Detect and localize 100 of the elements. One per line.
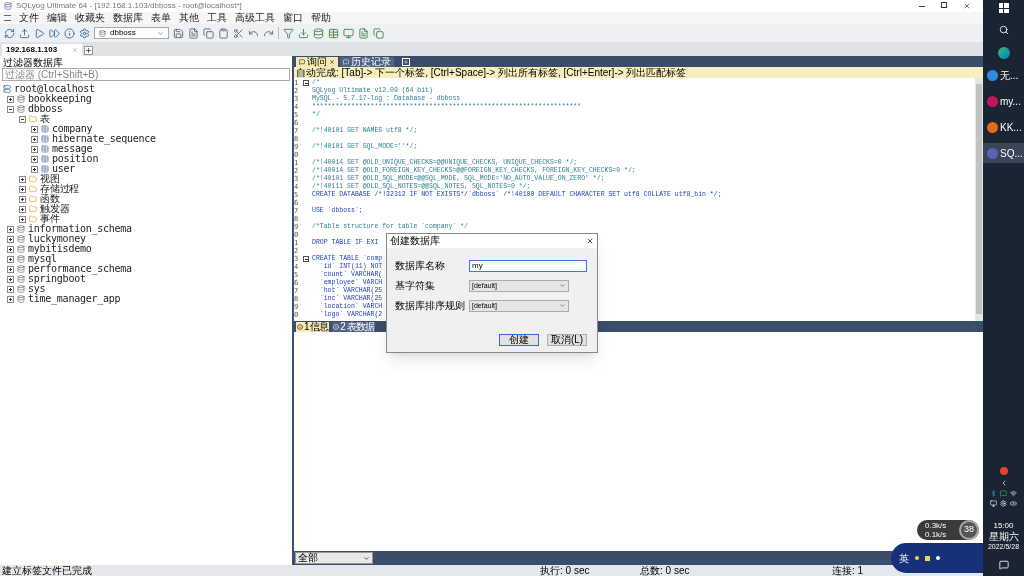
tree-item[interactable]: company	[52, 124, 93, 134]
toolbar-icon[interactable]	[19, 27, 30, 39]
tree-item[interactable]: root@localhost	[14, 84, 95, 94]
tree-item[interactable]: 函数	[40, 194, 60, 204]
editor-tab[interactable]: 历史记录	[340, 57, 394, 67]
filter-select[interactable]: 全部	[295, 552, 373, 564]
scrollbar[interactable]	[975, 78, 983, 321]
start-button[interactable]	[998, 3, 1009, 13]
collapse-toggle[interactable]	[7, 105, 14, 113]
toolbar-icon[interactable]	[79, 27, 90, 39]
menu-item[interactable]: 数据库	[113, 12, 143, 24]
menu-item[interactable]: 其他	[179, 12, 199, 24]
menu-item[interactable]: 文件	[19, 12, 39, 24]
expand-toggle[interactable]	[7, 275, 14, 283]
menu-item[interactable]: 窗口	[283, 12, 303, 24]
taskbar-app[interactable]: 无...	[983, 65, 1024, 85]
expand-toggle[interactable]	[19, 175, 26, 183]
tree-item[interactable]: bookkeeping	[28, 94, 92, 104]
tree-item[interactable]: position	[52, 154, 99, 164]
toolbar-icon[interactable]	[313, 27, 324, 39]
close-icon[interactable]	[586, 237, 594, 245]
taskbar-app[interactable]: SQ...	[983, 143, 1024, 163]
expand-toggle[interactable]	[7, 235, 14, 243]
tree-item[interactable]: 视图	[40, 174, 60, 184]
settings-icon[interactable]	[1000, 500, 1007, 507]
tree-item[interactable]: performance_schema	[28, 264, 132, 274]
expand-toggle[interactable]	[31, 165, 38, 173]
result-tab[interactable]: 1 信息	[296, 322, 330, 332]
expand-toggle[interactable]	[31, 125, 38, 133]
menu-icon[interactable]	[4, 15, 11, 21]
tray-app-icon[interactable]	[999, 467, 1008, 475]
tree-item[interactable]: information_schema	[28, 224, 132, 234]
close-icon[interactable]	[963, 2, 971, 10]
tree-item[interactable]: 事件	[40, 214, 60, 224]
tree-item[interactable]: 触发器	[40, 204, 70, 214]
display-icon[interactable]	[990, 500, 997, 507]
expand-toggle[interactable]	[19, 205, 26, 213]
dialog-button[interactable]: 取消(L)	[547, 334, 587, 346]
tree-item[interactable]: sys	[28, 284, 46, 294]
toolbar-icon[interactable]	[343, 27, 354, 39]
toolbar-icon[interactable]	[4, 27, 15, 39]
expand-toggle[interactable]	[7, 285, 14, 293]
menu-item[interactable]: 高级工具	[235, 12, 275, 24]
expand-toggle[interactable]	[19, 195, 26, 203]
connection-tab[interactable]: 192.168.1.103	[2, 44, 82, 56]
dialog-button[interactable]: 创建	[499, 334, 539, 346]
expand-toggle[interactable]	[19, 215, 26, 223]
tree-item[interactable]: mysql	[28, 254, 57, 264]
fold-toggle[interactable]	[303, 256, 309, 262]
minimize-button[interactable]	[919, 5, 925, 7]
taskbar-app[interactable]: KK...	[983, 117, 1024, 137]
clock-time[interactable]: 15:00	[993, 521, 1014, 531]
volume-icon[interactable]	[1010, 500, 1017, 507]
tree-item[interactable]: mybitisdemo	[28, 244, 92, 254]
fold-toggle[interactable]	[303, 80, 309, 86]
collapse-toggle[interactable]	[19, 115, 26, 123]
tree-item[interactable]: dbboss	[28, 104, 63, 114]
expand-toggle[interactable]	[31, 145, 38, 153]
database-select[interactable]: dbboss	[94, 27, 169, 39]
tree-item[interactable]: time_manager_app	[28, 294, 121, 304]
toolbar-icon[interactable]	[233, 27, 244, 39]
taskbar-app[interactable]: my...	[983, 91, 1024, 111]
toolbar-icon[interactable]	[188, 27, 199, 39]
tree-item[interactable]: message	[52, 144, 93, 154]
toolbar-icon[interactable]	[173, 27, 184, 39]
toolbar-icon[interactable]	[203, 27, 214, 39]
expand-toggle[interactable]	[31, 155, 38, 163]
tree-item[interactable]: springboot	[28, 274, 86, 284]
network-icon[interactable]	[1010, 490, 1017, 497]
tree-item[interactable]: 存储过程	[40, 184, 79, 194]
toolbar-icon[interactable]	[64, 27, 75, 39]
toolbar-icon[interactable]	[34, 27, 45, 39]
expand-toggle[interactable]	[7, 295, 14, 303]
maximize-button[interactable]	[941, 2, 947, 8]
menu-item[interactable]: 帮助	[311, 12, 331, 24]
notification-icon[interactable]	[998, 560, 1009, 570]
toolbar-icon[interactable]	[298, 27, 309, 39]
add-tab-icon[interactable]	[84, 46, 93, 55]
toolbar-icon[interactable]	[283, 27, 294, 39]
expand-toggle[interactable]	[31, 135, 38, 143]
menu-item[interactable]: 表单	[151, 12, 171, 24]
browser-icon[interactable]	[997, 47, 1010, 59]
tree-item[interactable]: luckymoney	[28, 234, 86, 244]
expand-toggle[interactable]	[7, 225, 14, 233]
toolbar-icon[interactable]	[373, 27, 384, 39]
ime-bar[interactable]: 英	[891, 543, 983, 573]
expand-toggle[interactable]	[7, 95, 14, 103]
tree-item[interactable]: user	[52, 164, 76, 174]
close-icon[interactable]	[329, 59, 335, 65]
tree-item[interactable]: 表	[40, 114, 50, 124]
chat-icon[interactable]	[1000, 490, 1007, 497]
name-field[interactable]: my	[469, 259, 587, 272]
expand-toggle[interactable]	[7, 245, 14, 253]
search-icon[interactable]	[998, 25, 1009, 35]
result-tab[interactable]: 2 表数据	[332, 322, 375, 332]
toolbar-icon[interactable]	[49, 27, 60, 39]
toolbar-icon[interactable]	[218, 27, 229, 39]
expand-toggle[interactable]	[19, 185, 26, 193]
tree-item[interactable]: hibernate_sequence	[52, 134, 156, 144]
expand-toggle[interactable]	[7, 265, 14, 273]
